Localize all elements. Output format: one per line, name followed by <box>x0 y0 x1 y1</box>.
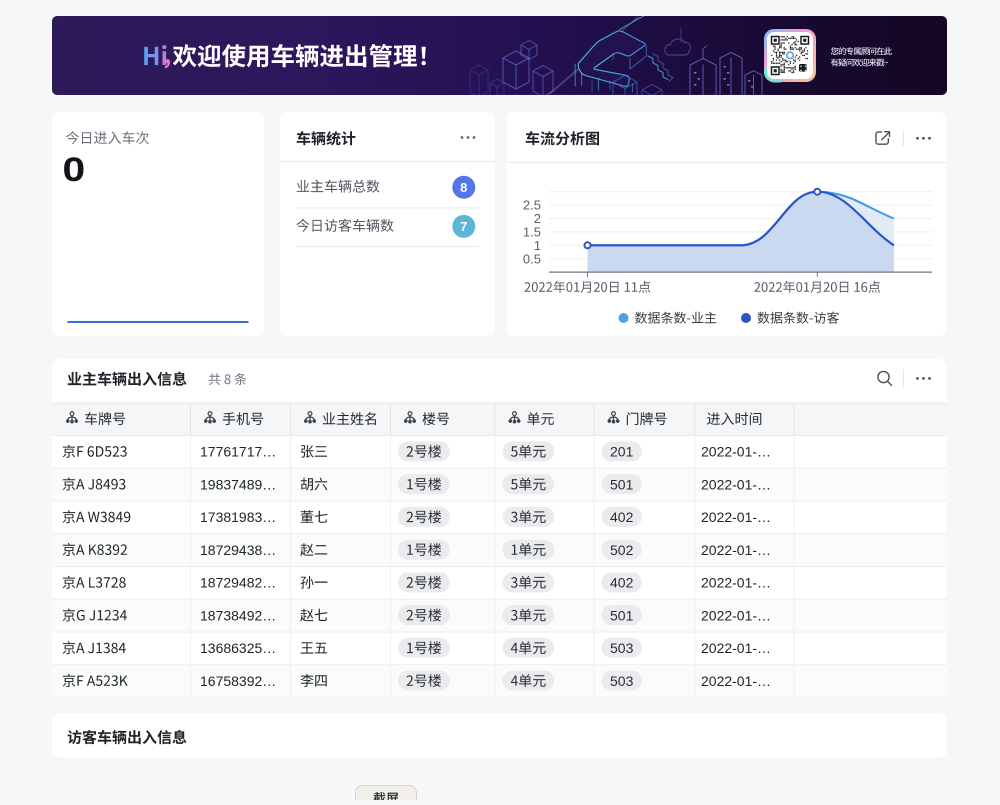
svg-text:2022-01-…: 2022-01-… <box>701 640 771 656</box>
svg-text:402: 402 <box>610 575 634 591</box>
svg-text:2022-01-…: 2022-01-… <box>701 575 771 591</box>
svg-text:201: 201 <box>610 444 634 460</box>
svg-text:2.5: 2.5 <box>523 198 541 213</box>
svg-text:2022-01-…: 2022-01-… <box>701 673 771 689</box>
svg-text:18729482…: 18729482… <box>200 575 276 591</box>
svg-text:2: 2 <box>534 211 541 226</box>
svg-text:501: 501 <box>610 607 634 623</box>
svg-text:16758392…: 16758392… <box>200 673 276 689</box>
svg-text:501: 501 <box>610 476 634 492</box>
svg-text:18729438…: 18729438… <box>200 542 276 558</box>
svg-text:2022-01-…: 2022-01-… <box>701 444 771 460</box>
svg-text:502: 502 <box>610 542 634 558</box>
svg-text:0: 0 <box>63 150 86 188</box>
svg-text:503: 503 <box>610 640 634 656</box>
svg-text:2022-01-…: 2022-01-… <box>701 607 771 623</box>
svg-text:2022-01-…: 2022-01-… <box>701 476 771 492</box>
svg-text:19837489…: 19837489… <box>200 476 276 492</box>
svg-text:13686325…: 13686325… <box>200 640 276 656</box>
svg-text:0.5: 0.5 <box>523 251 541 266</box>
svg-text:1: 1 <box>534 238 541 253</box>
svg-text:1.5: 1.5 <box>523 225 541 240</box>
svg-text:8: 8 <box>460 180 467 195</box>
svg-text:7: 7 <box>460 219 467 234</box>
svg-text:402: 402 <box>610 509 634 525</box>
svg-text:17381983…: 17381983… <box>200 509 276 525</box>
svg-text:18738492…: 18738492… <box>200 607 276 623</box>
svg-text:2022-01-…: 2022-01-… <box>701 542 771 558</box>
svg-text:17761717…: 17761717… <box>200 444 276 460</box>
svg-text:2022-01-…: 2022-01-… <box>701 509 771 525</box>
svg-text:503: 503 <box>610 673 634 689</box>
